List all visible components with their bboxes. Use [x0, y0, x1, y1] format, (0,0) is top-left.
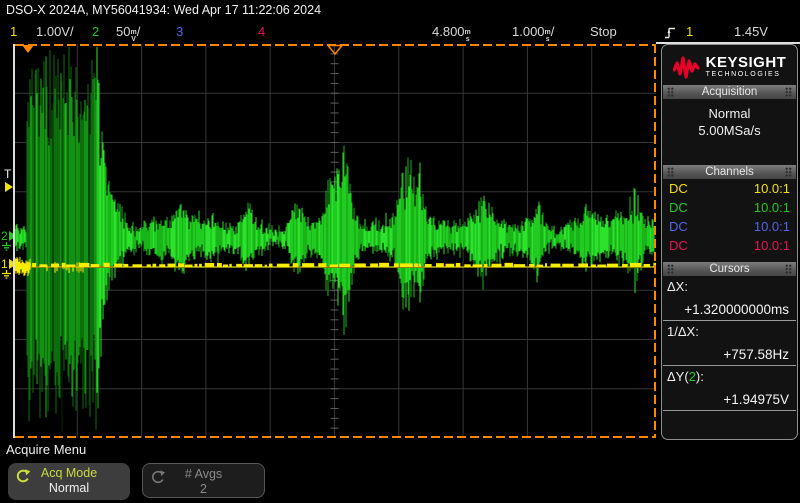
channel-coupling: DC	[669, 198, 688, 217]
cursor-dy-label: ΔY(2):	[663, 369, 796, 384]
channel-probe: 10.0:1	[754, 236, 790, 255]
run-state: Stop	[590, 24, 617, 39]
timebase-readout: 1.000ms/	[512, 24, 554, 43]
logo-sub-text: TECHNOLOGIES	[706, 70, 787, 79]
channel-row-3: DC 10.0:1	[662, 217, 797, 236]
ch2-scale: 50mV/	[116, 24, 140, 43]
softkey-acq-mode[interactable]: Acq Mode Normal	[8, 463, 130, 500]
cursor-inv-dx-value: +757.58Hz	[663, 347, 796, 362]
softkey-num-avgs[interactable]: # Avgs 2	[142, 463, 265, 498]
menu-title: Acquire Menu	[6, 442, 86, 457]
channel-row-4: DC 10.0:1	[662, 236, 797, 255]
instrument-title: DSO-X 2024A, MY56041934: Wed Apr 17 11:2…	[6, 3, 321, 17]
ch1-scale: 1.00V/	[36, 24, 74, 39]
sample-rate: 5.00MSa/s	[662, 122, 797, 139]
acquisition-section-header: Acquisition	[663, 85, 796, 99]
cursor-dx: ΔX: +1.320000000ms	[663, 279, 796, 321]
channel-coupling: DC	[669, 236, 688, 255]
ch1-ground-icon	[1, 270, 12, 279]
trigger-source: 1	[686, 24, 693, 39]
ch4-number: 4	[258, 24, 265, 39]
ch2-ground-icon	[1, 242, 12, 251]
cursor-dy: ΔY(2): +1.94975V	[663, 369, 796, 411]
channel-probe: 10.0:1	[754, 217, 790, 236]
rotate-knob-icon	[150, 469, 166, 485]
channels-section-header: Channels	[663, 165, 796, 179]
rotate-knob-icon	[15, 468, 31, 484]
ch1-number: 1	[10, 24, 17, 39]
logo-brand-text: KEYSIGHT	[706, 55, 787, 70]
keysight-logo: KEYSIGHT TECHNOLOGIES	[662, 51, 797, 83]
info-panel: KEYSIGHT TECHNOLOGIES Acquisition Normal…	[661, 44, 798, 440]
trigger-level-marker-icon	[5, 182, 13, 192]
scope-display	[13, 44, 656, 438]
channel-row-2: DC 10.0:1	[662, 198, 797, 217]
cursor-inv-dx: 1/ΔX: +757.58Hz	[663, 324, 796, 366]
ch2-number: 2	[92, 24, 99, 39]
cursor-dx-value: +1.320000000ms	[663, 302, 796, 317]
ch3-number: 3	[176, 24, 183, 39]
waveform-plot	[13, 44, 656, 438]
channel-coupling: DC	[669, 179, 688, 198]
cursor-dy-value: +1.94975V	[663, 392, 796, 407]
graticule-border-top	[15, 44, 656, 46]
keysight-spark-icon	[673, 54, 701, 80]
graticule-border-right	[654, 44, 656, 438]
channel-probe: 10.0:1	[754, 198, 790, 217]
cursor-dx-label: ΔX:	[663, 279, 796, 294]
channel-coupling: DC	[669, 217, 688, 236]
trigger-level: 1.45V	[734, 24, 768, 39]
trigger-level-label: T	[4, 168, 11, 180]
ch1-marker-label: 1	[1, 258, 8, 270]
cursors-section-header: Cursors	[663, 262, 796, 276]
graticule-border-left	[13, 44, 15, 438]
acquisition-mode: Normal	[662, 105, 797, 122]
channel-row-1: DC 10.0:1	[662, 179, 797, 198]
cursor-dy-channel: 2	[689, 369, 696, 384]
ch2-marker-label: 2	[1, 230, 8, 242]
graticule-border-bottom	[15, 436, 656, 438]
channel-probe: 10.0:1	[754, 179, 790, 198]
delay-readout: 4.800ms	[432, 24, 471, 43]
cursor-inv-dx-label: 1/ΔX:	[663, 324, 796, 339]
